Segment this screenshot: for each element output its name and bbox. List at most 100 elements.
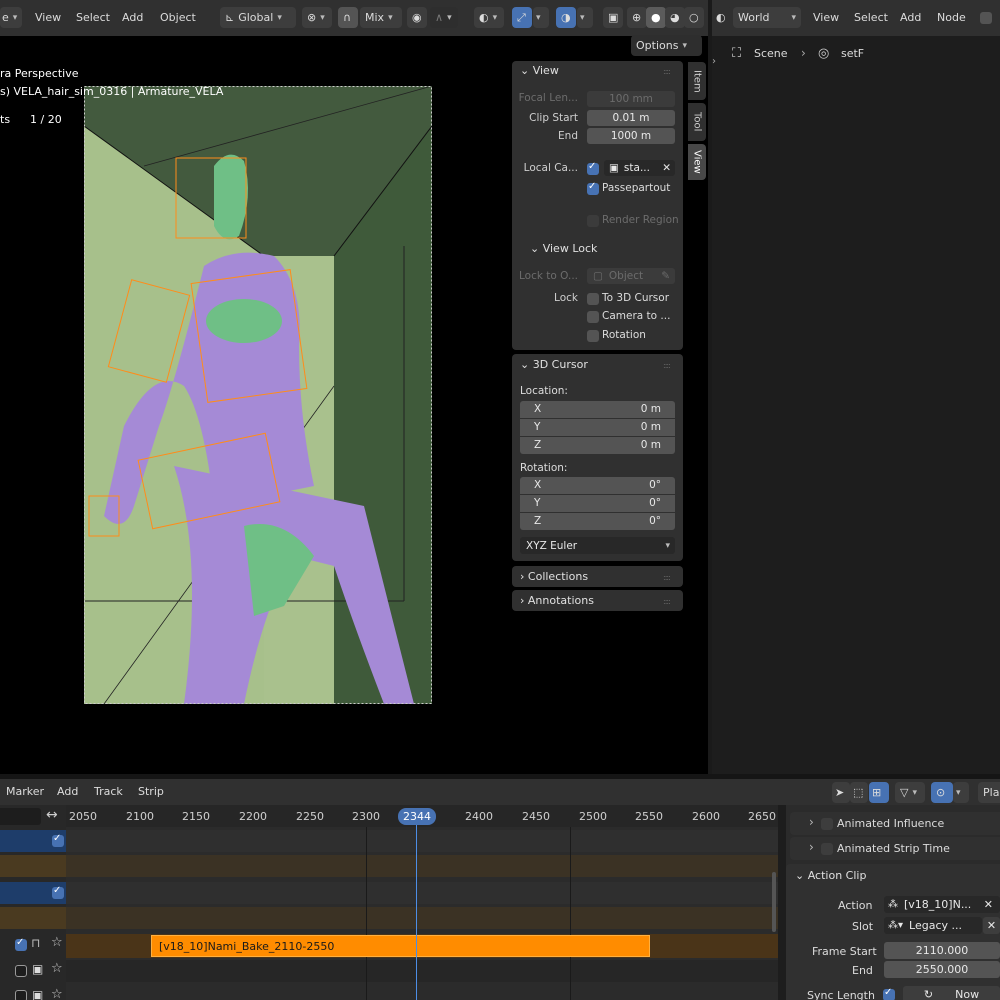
channel-enable-checkbox[interactable]	[52, 833, 64, 847]
node-menu-add[interactable]: Add	[900, 11, 921, 24]
menu-add[interactable]: Add	[122, 11, 143, 24]
lock-icon[interactable]: ▣	[32, 988, 43, 1000]
track-mute-checkbox[interactable]	[15, 990, 27, 1000]
chevron-right-icon[interactable]: ›	[809, 815, 814, 829]
shading-solid-button[interactable]: ●	[646, 7, 666, 28]
filter-dropdown[interactable]: ▽ ▾	[895, 782, 925, 803]
current-frame-indicator[interactable]: 2344	[398, 808, 436, 825]
visibility-dropdown[interactable]: ◐ ▾	[474, 7, 504, 28]
cursor-location-x-field[interactable]: X 0 m	[520, 401, 675, 418]
action-field[interactable]: ⁂ [v18_10]N... ✕	[884, 896, 1000, 913]
menu-view[interactable]: View	[35, 11, 61, 24]
gizmo-toggle[interactable]: ⤢	[512, 7, 532, 28]
lock-rotation-checkbox[interactable]	[587, 330, 599, 342]
node-menu-node[interactable]: Node	[937, 11, 966, 24]
annotations-panel-header[interactable]: › Annotations	[520, 594, 594, 607]
shading-rendered-button[interactable]: ○	[684, 7, 704, 28]
cursor-location-y-field[interactable]: Y 0 m	[520, 419, 675, 436]
frame-end-field[interactable]: 2550.000	[884, 961, 1000, 978]
tweak-select-button[interactable]: ⊞	[869, 782, 889, 803]
focal-length-field[interactable]: 100 mm	[587, 91, 675, 107]
menu-object[interactable]: Object	[160, 11, 196, 24]
menu-select[interactable]: Select	[76, 11, 110, 24]
passepartout-checkbox[interactable]	[587, 181, 599, 195]
proportional-edit-toggle[interactable]: ◉	[407, 7, 427, 28]
editor-type-dropdown[interactable]: e ▾	[0, 7, 22, 28]
view-lock-header[interactable]: ⌄ View Lock	[530, 242, 597, 255]
orientation-dropdown[interactable]: ⊾ Global ▾	[220, 7, 296, 28]
gizmo-dropdown[interactable]: ▾	[533, 7, 549, 28]
star-icon[interactable]: ☆	[51, 961, 63, 976]
action-clip-header[interactable]: ⌄ Action Clip	[795, 869, 866, 882]
lock-icon[interactable]: ▣	[32, 962, 43, 976]
shading-wireframe-button[interactable]: ⊕	[627, 7, 647, 28]
collections-panel-header[interactable]: › Collections	[520, 570, 588, 583]
breadcrumb-world[interactable]: setF	[841, 47, 864, 60]
overlays-dropdown[interactable]: ▾	[577, 7, 593, 28]
playhead-line[interactable]	[416, 822, 417, 1000]
close-icon[interactable]: ✕	[984, 898, 993, 911]
channel-action-row-2[interactable]	[0, 907, 66, 929]
cursor-rotation-y-field[interactable]: Y 0°	[520, 495, 675, 512]
view-panel-header[interactable]: ⌄ View	[520, 64, 559, 77]
options-dropdown[interactable]: Options ▾	[631, 35, 702, 56]
nla-menu-marker[interactable]: Marker	[6, 785, 44, 798]
node-editor-type-button[interactable]: ◐	[714, 7, 732, 28]
clip-start-field[interactable]: 0.01 m	[587, 110, 675, 126]
render-region-checkbox[interactable]	[587, 215, 599, 227]
eyedropper-icon[interactable]: ✎	[661, 270, 670, 282]
star-icon[interactable]: ☆	[51, 987, 63, 1000]
playback-dropdown[interactable]: Pla	[978, 782, 1000, 803]
snapping-toggle[interactable]: ⊙	[931, 782, 953, 803]
lock-to-3d-cursor-checkbox[interactable]	[587, 293, 599, 305]
slot-field[interactable]: ⁂▾ Legacy ...	[884, 917, 982, 934]
unlock-icon[interactable]: ⊓	[31, 936, 40, 950]
snap-toggle[interactable]: ∩	[338, 7, 358, 28]
sync-now-button[interactable]: ↻ Now	[903, 986, 1000, 1000]
rotation-mode-dropdown[interactable]: XYZ Euler ▾	[520, 537, 675, 554]
snapping-dropdown[interactable]: ▾	[953, 782, 969, 803]
local-camera-checkbox[interactable]	[587, 161, 599, 175]
select-tool-button[interactable]: ➤	[832, 782, 850, 803]
track-mute-checkbox[interactable]	[15, 937, 27, 951]
slot-clear-button[interactable]: ✕	[983, 917, 1000, 934]
chevron-right-icon[interactable]: ›	[809, 840, 814, 854]
nla-menu-track[interactable]: Track	[94, 785, 123, 798]
local-camera-field[interactable]: ▣ sta... ✕	[604, 160, 675, 176]
cursor-location-z-field[interactable]: Z 0 m	[520, 437, 675, 454]
cursor-panel-header[interactable]: ⌄ 3D Cursor	[520, 358, 588, 371]
channel-action-row-1[interactable]	[0, 855, 66, 877]
use-nodes-checkbox[interactable]	[980, 12, 992, 24]
animated-strip-time-checkbox[interactable]	[821, 843, 833, 855]
node-menu-view[interactable]: View	[813, 11, 839, 24]
frame-start-field[interactable]: 2110.000	[884, 942, 1000, 959]
box-select-button[interactable]: ⬚	[850, 782, 868, 803]
node-editor-sidebar-toggle[interactable]: ›	[712, 56, 716, 67]
snap-mode-dropdown[interactable]: Mix ▾	[360, 7, 402, 28]
falloff-dropdown[interactable]: ∧ ▾	[430, 7, 458, 28]
shading-material-button[interactable]: ◕	[665, 7, 685, 28]
lock-to-object-field[interactable]: ▢ Object ✎	[587, 268, 675, 284]
track-mute-checkbox[interactable]	[15, 965, 27, 977]
swap-arrows-icon[interactable]: ↔	[46, 807, 58, 823]
node-menu-select[interactable]: Select	[854, 11, 888, 24]
sidebar-tab-view[interactable]: View	[688, 144, 706, 180]
star-icon[interactable]: ☆	[51, 935, 63, 950]
cursor-rotation-x-field[interactable]: X 0°	[520, 477, 675, 494]
nla-menu-strip[interactable]: Strip	[138, 785, 164, 798]
sidebar-tab-tool[interactable]: Tool	[688, 103, 706, 141]
channel-enable-checkbox[interactable]	[52, 885, 64, 899]
clip-end-field[interactable]: 1000 m	[587, 128, 675, 144]
animated-influence-checkbox[interactable]	[821, 818, 833, 830]
overlays-toggle[interactable]: ◑	[556, 7, 576, 28]
xray-toggle[interactable]: ▣	[603, 7, 623, 28]
channel-search-input[interactable]	[0, 808, 41, 825]
cursor-rotation-z-field[interactable]: Z 0°	[520, 513, 675, 530]
nla-menu-add[interactable]: Add	[57, 785, 78, 798]
pivot-dropdown[interactable]: ⊗ ▾	[302, 7, 332, 28]
breadcrumb-scene[interactable]: Scene	[754, 47, 788, 60]
nla-scrollbar[interactable]	[772, 872, 776, 932]
shader-type-dropdown[interactable]: World ▾	[733, 7, 801, 28]
close-icon[interactable]: ✕	[662, 162, 671, 174]
lock-camera-to-view-checkbox[interactable]	[587, 311, 599, 323]
